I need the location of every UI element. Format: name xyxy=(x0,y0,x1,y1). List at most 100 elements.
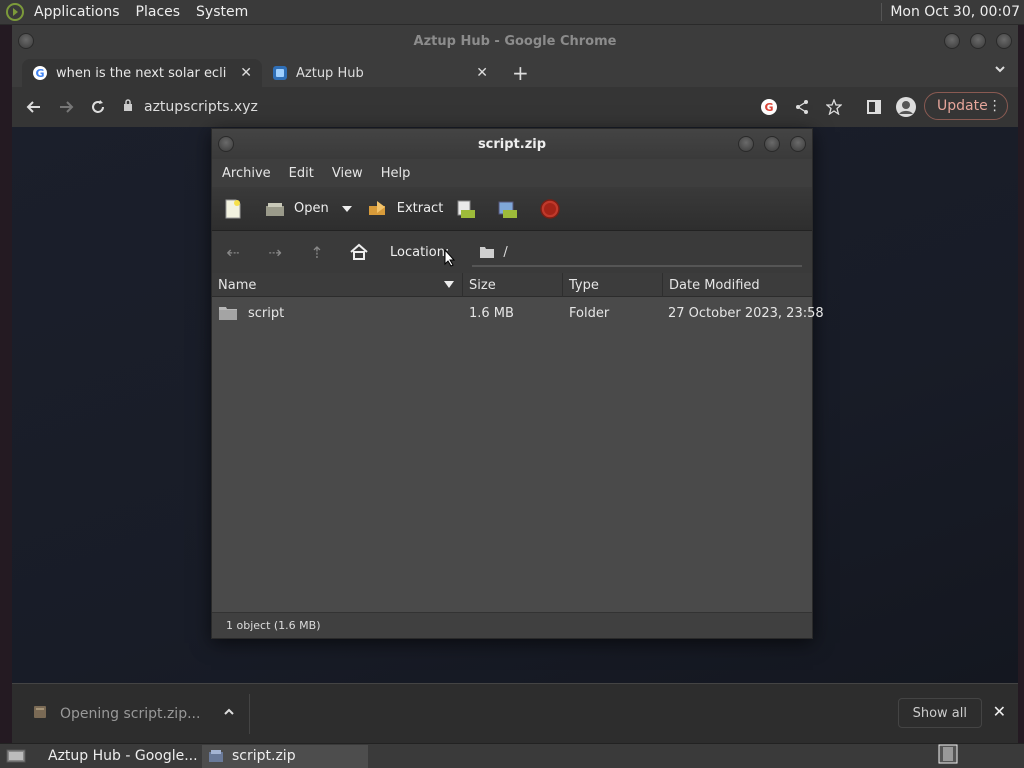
close-button[interactable] xyxy=(790,136,806,152)
archive-window-title: script.zip xyxy=(477,136,547,152)
chrome-titlebar[interactable]: Aztup Hub - Google Chrome xyxy=(12,25,1018,57)
google-icon: G xyxy=(32,65,48,81)
archive-file-icon xyxy=(32,704,48,724)
tab-aztup-hub[interactable]: Aztup Hub ✕ xyxy=(262,59,498,87)
new-document-icon xyxy=(225,199,241,218)
close-download-bar-icon[interactable]: ✕ xyxy=(993,702,1006,721)
taskbar-item-archive[interactable]: script.zip xyxy=(202,744,368,768)
google-lens-icon[interactable]: G xyxy=(760,98,778,120)
url-text[interactable]: aztupscripts.xyz xyxy=(144,99,258,115)
folder-icon xyxy=(480,247,495,258)
chevron-up-icon[interactable] xyxy=(223,706,235,722)
extract-label: Extract xyxy=(396,201,444,216)
panel-separator xyxy=(881,3,883,21)
back-arrow-icon[interactable] xyxy=(22,95,46,119)
open-button[interactable]: Open xyxy=(264,198,329,220)
profile-avatar-icon[interactable] xyxy=(894,95,918,119)
add-files-icon xyxy=(457,200,476,218)
window-menu-button[interactable] xyxy=(218,136,234,152)
new-archive-button[interactable] xyxy=(222,198,252,220)
new-tab-icon[interactable]: + xyxy=(512,61,529,85)
taskbar-item-label: script.zip xyxy=(232,748,296,764)
menu-applications[interactable]: Applications xyxy=(34,4,120,20)
menu-help[interactable]: Help xyxy=(381,166,411,181)
column-header-size[interactable]: Size xyxy=(463,273,563,297)
up-icon[interactable]: ⇡ xyxy=(306,241,328,263)
stop-button[interactable] xyxy=(539,198,569,220)
menu-edit[interactable]: Edit xyxy=(289,166,314,181)
svg-text:G: G xyxy=(35,67,44,80)
location-path: / xyxy=(503,244,508,260)
reload-icon[interactable] xyxy=(86,95,110,119)
open-dropdown-button[interactable] xyxy=(341,204,353,214)
menu-places[interactable]: Places xyxy=(136,4,181,20)
browser-toolbar: aztupscripts.xyz G Update ⋮ xyxy=(12,87,1018,127)
add-folder-button[interactable] xyxy=(497,198,527,220)
back-icon[interactable]: ⇠ xyxy=(222,241,244,263)
archive-titlebar[interactable]: script.zip xyxy=(212,129,812,159)
archive-manager-icon xyxy=(209,750,223,762)
update-label: Update xyxy=(937,98,988,114)
location-path-field[interactable]: / xyxy=(479,244,508,260)
extract-icon xyxy=(368,200,385,215)
menu-system[interactable]: System xyxy=(196,4,248,20)
mouse-cursor-icon xyxy=(444,248,456,271)
archive-statusbar: 1 object (1.6 MB) xyxy=(212,612,812,638)
omnibox[interactable]: aztupscripts.xyz G xyxy=(122,93,782,121)
dropdown-arrow-icon xyxy=(341,205,352,212)
location-field-underline xyxy=(472,265,802,267)
side-panel-icon[interactable] xyxy=(862,95,886,119)
tab-close-icon[interactable]: ✕ xyxy=(476,65,488,81)
aztup-favicon-icon xyxy=(272,65,288,81)
open-label: Open xyxy=(294,201,329,216)
maximize-button[interactable] xyxy=(970,33,986,49)
file-type: Folder xyxy=(569,305,610,321)
download-item[interactable]: Opening script.zip... xyxy=(22,694,250,734)
file-list: script 1.6 MB Folder 27 October 2023, 23… xyxy=(212,297,824,613)
status-text: 1 object (1.6 MB) xyxy=(226,619,321,632)
minimize-button[interactable] xyxy=(944,33,960,49)
tab-search-chevron-icon[interactable] xyxy=(994,63,1006,79)
workspace-switcher-icon[interactable] xyxy=(938,744,958,768)
taskbar-item-chrome[interactable]: Aztup Hub - Google... xyxy=(34,745,200,768)
menu-archive[interactable]: Archive xyxy=(222,166,271,181)
menu-view[interactable]: View xyxy=(332,166,363,181)
stop-icon xyxy=(540,198,561,219)
forward-icon[interactable]: ⇢ xyxy=(264,241,286,263)
archive-toolbar: Open Extract xyxy=(212,187,812,231)
desktop-background xyxy=(0,25,12,743)
column-header-date-modified[interactable]: Date Modified xyxy=(663,273,812,297)
download-status-label: Opening script.zip... xyxy=(60,706,201,722)
lock-icon[interactable] xyxy=(122,98,134,116)
more-vert-icon[interactable]: ⋮ xyxy=(988,98,1002,114)
bookmark-star-icon[interactable] xyxy=(822,95,846,119)
distro-logo-icon[interactable] xyxy=(4,1,26,23)
desktop-background-right xyxy=(1018,25,1024,743)
column-header-type[interactable]: Type xyxy=(563,273,663,297)
column-header-name[interactable]: Name xyxy=(212,273,463,297)
show-desktop-icon[interactable] xyxy=(0,745,32,768)
open-archive-icon xyxy=(266,202,284,216)
tab-label: Aztup Hub xyxy=(296,65,364,81)
show-all-label: Show all xyxy=(912,705,967,721)
location-bar: ⇠ ⇢ ⇡ Location: / xyxy=(212,231,812,273)
tab-solar-eclipse[interactable]: G when is the next solar eclipse ✕ xyxy=(22,59,262,87)
extract-button[interactable]: Extract xyxy=(367,198,444,220)
download-bar: Opening script.zip... Show all ✕ xyxy=(12,683,1018,743)
tab-label: when is the next solar eclipse xyxy=(56,65,226,81)
add-files-button[interactable] xyxy=(455,198,485,220)
minimize-button[interactable] xyxy=(738,136,754,152)
close-button[interactable] xyxy=(996,33,1012,49)
tab-close-icon[interactable]: ✕ xyxy=(240,65,252,81)
taskbar-item-label: Aztup Hub - Google... xyxy=(48,748,198,764)
table-row[interactable]: script 1.6 MB Folder 27 October 2023, 23… xyxy=(212,297,824,329)
update-button[interactable]: Update ⋮ xyxy=(924,92,1008,120)
share-icon[interactable] xyxy=(790,95,814,119)
archive-menubar: Archive Edit View Help xyxy=(212,159,812,187)
maximize-button[interactable] xyxy=(764,136,780,152)
home-icon[interactable] xyxy=(348,241,370,263)
show-all-button[interactable]: Show all xyxy=(897,698,982,728)
folder-icon xyxy=(219,307,237,320)
panel-clock[interactable]: Mon Oct 30, 00:07 xyxy=(890,4,1020,20)
forward-arrow-icon[interactable] xyxy=(54,95,78,119)
